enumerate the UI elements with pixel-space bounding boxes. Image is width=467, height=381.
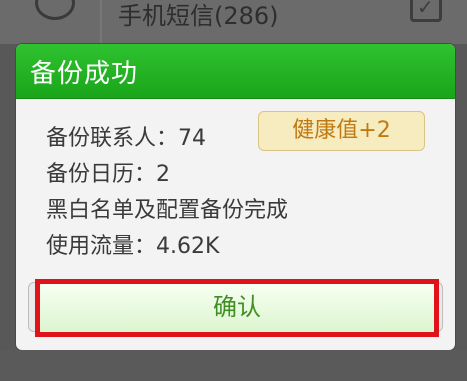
calendar-backup-line: 备份日历：2 — [46, 162, 170, 187]
dialog-title: 备份成功 — [30, 59, 139, 89]
contacts-backup-line: 备份联系人：74 — [46, 126, 206, 151]
dialog-header: 备份成功 — [16, 44, 455, 99]
data-usage-line: 使用流量：4.62K — [46, 234, 220, 259]
sms-row-label: 手机短信(286) — [118, 2, 279, 30]
sms-checkbox: ✓ — [410, 0, 442, 22]
backup-success-dialog: 备份成功 备份联系人：74 健康值+2 备份日历：2 黑白名单及配置备份完成 使… — [16, 44, 455, 350]
confirm-button[interactable]: 确认 — [35, 279, 439, 337]
message-bubble-icon — [35, 0, 75, 20]
row-divider — [100, 0, 102, 44]
health-value-badge: 健康值+2 — [258, 111, 425, 151]
checkmark-icon: ✓ — [417, 0, 434, 19]
background-list-row: 手机短信(286) ✓ — [0, 0, 467, 44]
dim-overlay-bottom — [0, 350, 467, 381]
blacklist-backup-line: 黑白名单及配置备份完成 — [46, 198, 289, 223]
